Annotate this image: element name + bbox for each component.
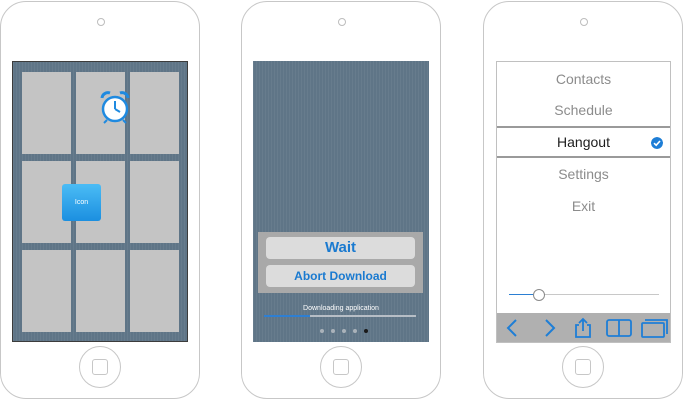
page-dot[interactable] — [320, 329, 324, 333]
phone-menu: Contacts Schedule Hangout Settings Exit — [483, 1, 683, 399]
download-status-text: Downloading application — [303, 305, 379, 312]
grid-tile[interactable] — [130, 72, 179, 154]
page-indicator[interactable] — [320, 329, 368, 333]
phone-download: Wait Abort Download Downloading applicat… — [241, 1, 441, 399]
page-dot[interactable] — [331, 329, 335, 333]
speaker — [580, 18, 588, 26]
screen: Icon — [12, 61, 188, 342]
app-icon[interactable]: Icon — [62, 184, 101, 221]
app-icon-label: Icon — [74, 199, 89, 206]
bottom-toolbar — [497, 313, 670, 342]
slider-knob[interactable] — [533, 289, 545, 301]
abort-download-button[interactable]: Abort Download — [266, 265, 415, 287]
screen: Contacts Schedule Hangout Settings Exit — [496, 61, 671, 343]
grid-tile[interactable] — [76, 250, 125, 332]
download-progress-bar — [264, 315, 416, 317]
page-dot[interactable] — [342, 329, 346, 333]
grid-tile[interactable] — [22, 72, 71, 154]
screen: Wait Abort Download Downloading applicat… — [253, 61, 429, 342]
alarm-clock-icon[interactable] — [99, 90, 131, 124]
speaker — [338, 18, 346, 26]
menu-item-hangout[interactable]: Hangout — [497, 126, 670, 158]
forward-chevron-icon[interactable] — [538, 317, 560, 339]
menu-item-schedule[interactable]: Schedule — [497, 99, 670, 121]
phone-home-grid: Icon — [0, 1, 200, 399]
page-dot[interactable] — [353, 329, 357, 333]
grid-tile[interactable] — [22, 250, 71, 332]
menu-item-exit[interactable]: Exit — [497, 195, 670, 217]
menu-item-settings[interactable]: Settings — [497, 163, 670, 185]
grid-tile[interactable] — [130, 161, 179, 243]
menu-item-contacts[interactable]: Contacts — [497, 68, 670, 90]
download-dialog: Wait Abort Download — [258, 232, 423, 293]
book-icon[interactable] — [605, 317, 633, 339]
speaker — [97, 18, 105, 26]
home-button[interactable] — [320, 346, 362, 388]
home-button[interactable] — [562, 346, 604, 388]
tabs-icon[interactable] — [640, 317, 668, 339]
download-progress-fill — [264, 315, 310, 317]
share-icon[interactable] — [572, 317, 594, 339]
grid-tile[interactable] — [130, 250, 179, 332]
wait-button[interactable]: Wait — [266, 237, 415, 259]
back-chevron-icon[interactable] — [502, 317, 524, 339]
page-dot[interactable] — [364, 329, 368, 333]
slider[interactable] — [509, 289, 659, 301]
checkmark-icon — [651, 137, 663, 149]
home-button[interactable] — [79, 346, 121, 388]
